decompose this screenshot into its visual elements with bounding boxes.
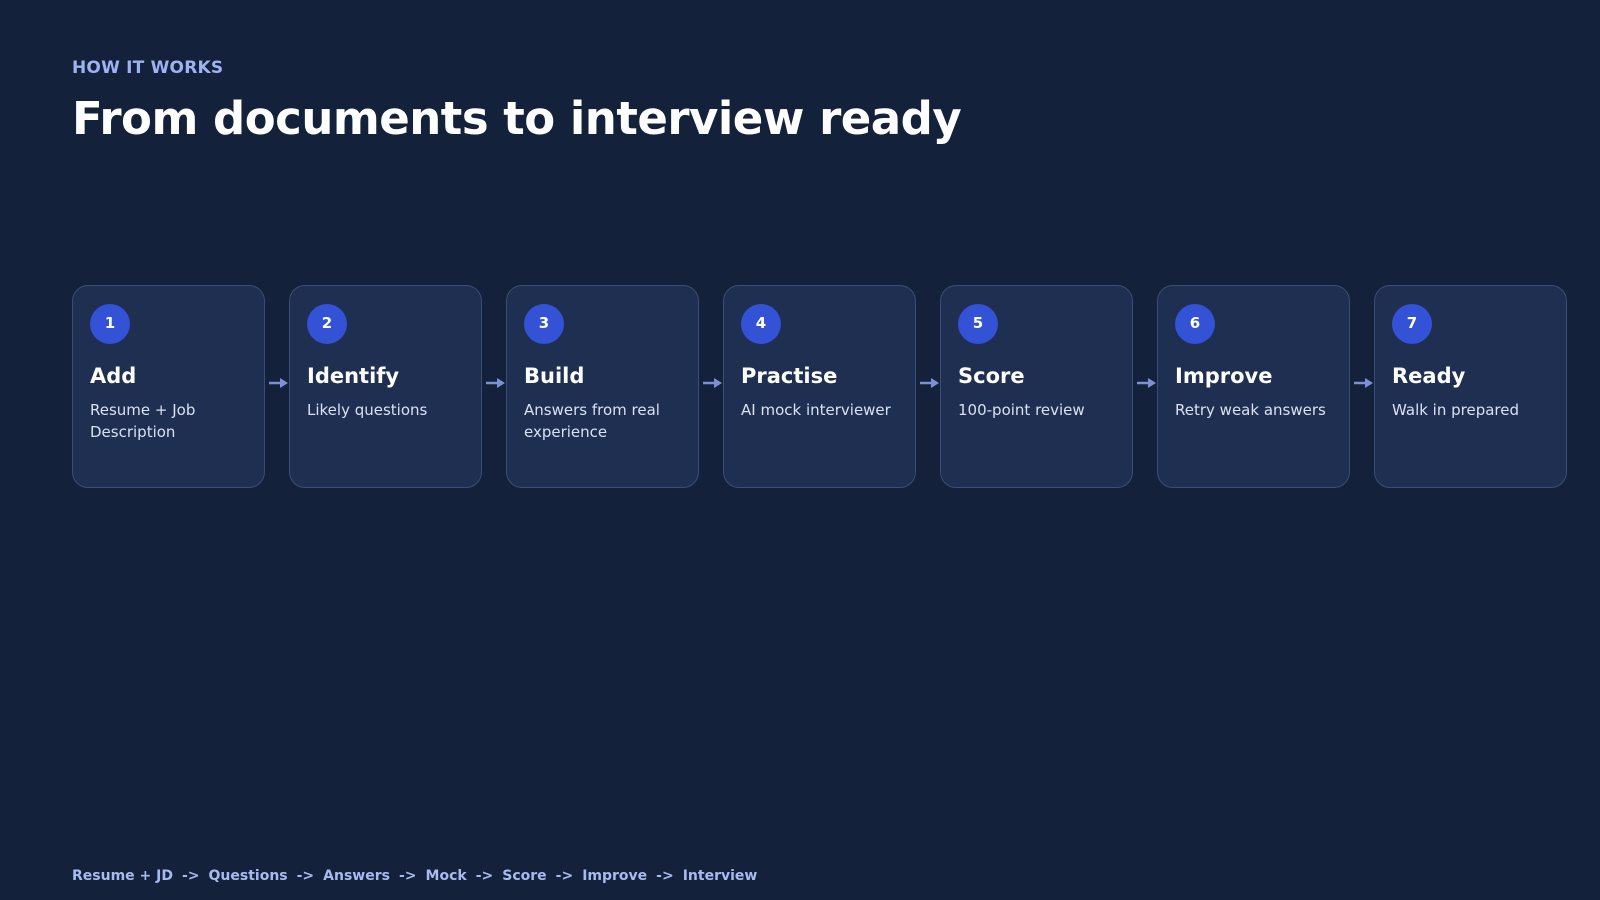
step-card-score: 5 Score 100-point review [940, 285, 1133, 488]
flow-separator: -> [555, 868, 574, 884]
arrow-right-icon [1354, 378, 1373, 388]
flow-item: Mock [425, 868, 467, 884]
step-number-badge: 4 [741, 304, 781, 344]
step-description: Likely questions [307, 401, 428, 419]
flow-separator: -> [296, 868, 315, 884]
flow-item: Questions [208, 868, 288, 884]
flow-item: Score [502, 868, 547, 884]
eyebrow-label: HOW IT WORKS [72, 58, 224, 78]
steps-row: 1 Add Resume + Job Description 2 Identif… [72, 285, 1570, 490]
flow-separator: -> [475, 868, 494, 884]
step-title: Add [90, 364, 137, 388]
step-description: Retry weak answers [1175, 401, 1326, 419]
step-card-ready: 7 Ready Walk in prepared [1374, 285, 1567, 488]
flow-separator: -> [398, 868, 417, 884]
step-title: Build [524, 364, 585, 388]
step-number-badge: 7 [1392, 304, 1432, 344]
step-title: Improve [1175, 364, 1273, 388]
arrow-right-icon [703, 378, 722, 388]
step-card-practise: 4 Practise AI mock interviewer [723, 285, 916, 488]
step-number-badge: 5 [958, 304, 998, 344]
step-number-badge: 3 [524, 304, 564, 344]
arrow-right-icon [486, 378, 505, 388]
step-title: Identify [307, 364, 400, 388]
flow-item: Resume + JD [72, 868, 173, 884]
flow-separator: -> [181, 868, 200, 884]
arrow-right-icon [920, 378, 939, 388]
step-title: Practise [741, 364, 838, 388]
step-description: AI mock interviewer [741, 401, 891, 419]
step-description: Walk in prepared [1392, 401, 1520, 419]
step-card-improve: 6 Improve Retry weak answers [1157, 285, 1350, 488]
step-number-badge: 2 [307, 304, 347, 344]
arrow-right-icon [1137, 378, 1156, 388]
flow-item: Interview [682, 868, 758, 884]
step-card-identify: 2 Identify Likely questions [289, 285, 482, 488]
arrow-right-icon [269, 378, 288, 388]
step-description: 100-point review [958, 401, 1085, 419]
step-title: Ready [1392, 364, 1466, 388]
step-card-add: 1 Add Resume + Job Description [72, 285, 265, 488]
step-title: Score [958, 364, 1025, 388]
step-number-badge: 6 [1175, 304, 1215, 344]
flow-separator: -> [656, 868, 674, 884]
step-description: Answers from real experience [524, 401, 660, 441]
flow-item: Answers [323, 868, 390, 884]
page-title: From documents to interview ready [72, 92, 962, 145]
step-description: Resume + Job Description [90, 401, 196, 441]
step-card-build: 3 Build Answers from real experience [506, 285, 699, 488]
flow-summary: Resume + JD -> Questions -> Answers -> Mock -> S… [72, 868, 757, 884]
flow-item: Improve [582, 868, 648, 884]
step-number-badge: 1 [90, 304, 130, 344]
